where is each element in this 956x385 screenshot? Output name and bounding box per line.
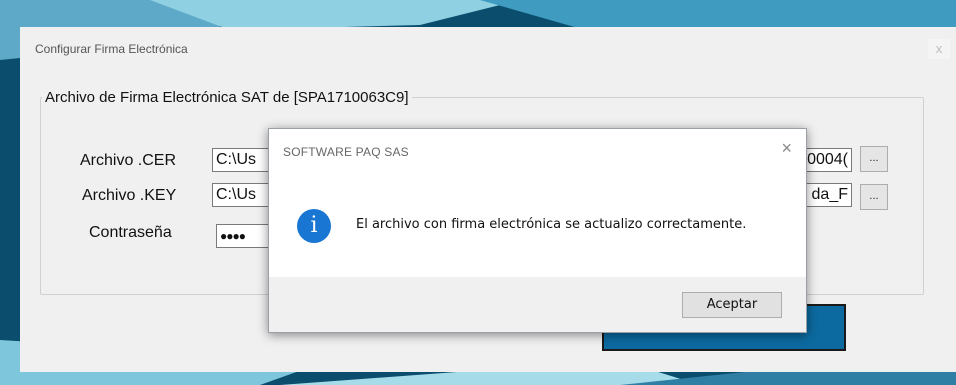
cer-path-field[interactable]: C:\Us bbox=[212, 148, 272, 172]
password-label: Contraseña bbox=[89, 224, 172, 241]
window-close-button[interactable]: x bbox=[928, 39, 950, 59]
dialog-close-icon[interactable]: × bbox=[781, 138, 792, 159]
group-title: Archivo de Firma Electrónica SAT de [SPA… bbox=[42, 89, 412, 106]
key-path-field[interactable]: C:\Us bbox=[212, 183, 272, 207]
cer-path-field-tail[interactable]: 0004( bbox=[804, 148, 852, 172]
info-icon: i bbox=[297, 209, 331, 243]
key-browse-button[interactable]: ... bbox=[860, 184, 888, 210]
password-field[interactable]: ●●●● bbox=[216, 224, 276, 248]
key-label: Archivo .KEY bbox=[82, 187, 177, 204]
window-title: Configurar Firma Electrónica bbox=[35, 42, 188, 56]
message-dialog: SOFTWARE PAQ SAS × i El archivo con firm… bbox=[268, 128, 807, 333]
key-path-field-tail[interactable]: da_F bbox=[804, 183, 852, 207]
cer-label: Archivo .CER bbox=[80, 152, 177, 169]
cer-browse-button[interactable]: ... bbox=[860, 146, 888, 172]
dialog-title: SOFTWARE PAQ SAS bbox=[283, 145, 409, 159]
accept-button[interactable]: Aceptar bbox=[682, 292, 782, 318]
dialog-message: El archivo con firma electrónica se actu… bbox=[356, 217, 747, 232]
dialog-footer: Aceptar bbox=[269, 277, 806, 332]
